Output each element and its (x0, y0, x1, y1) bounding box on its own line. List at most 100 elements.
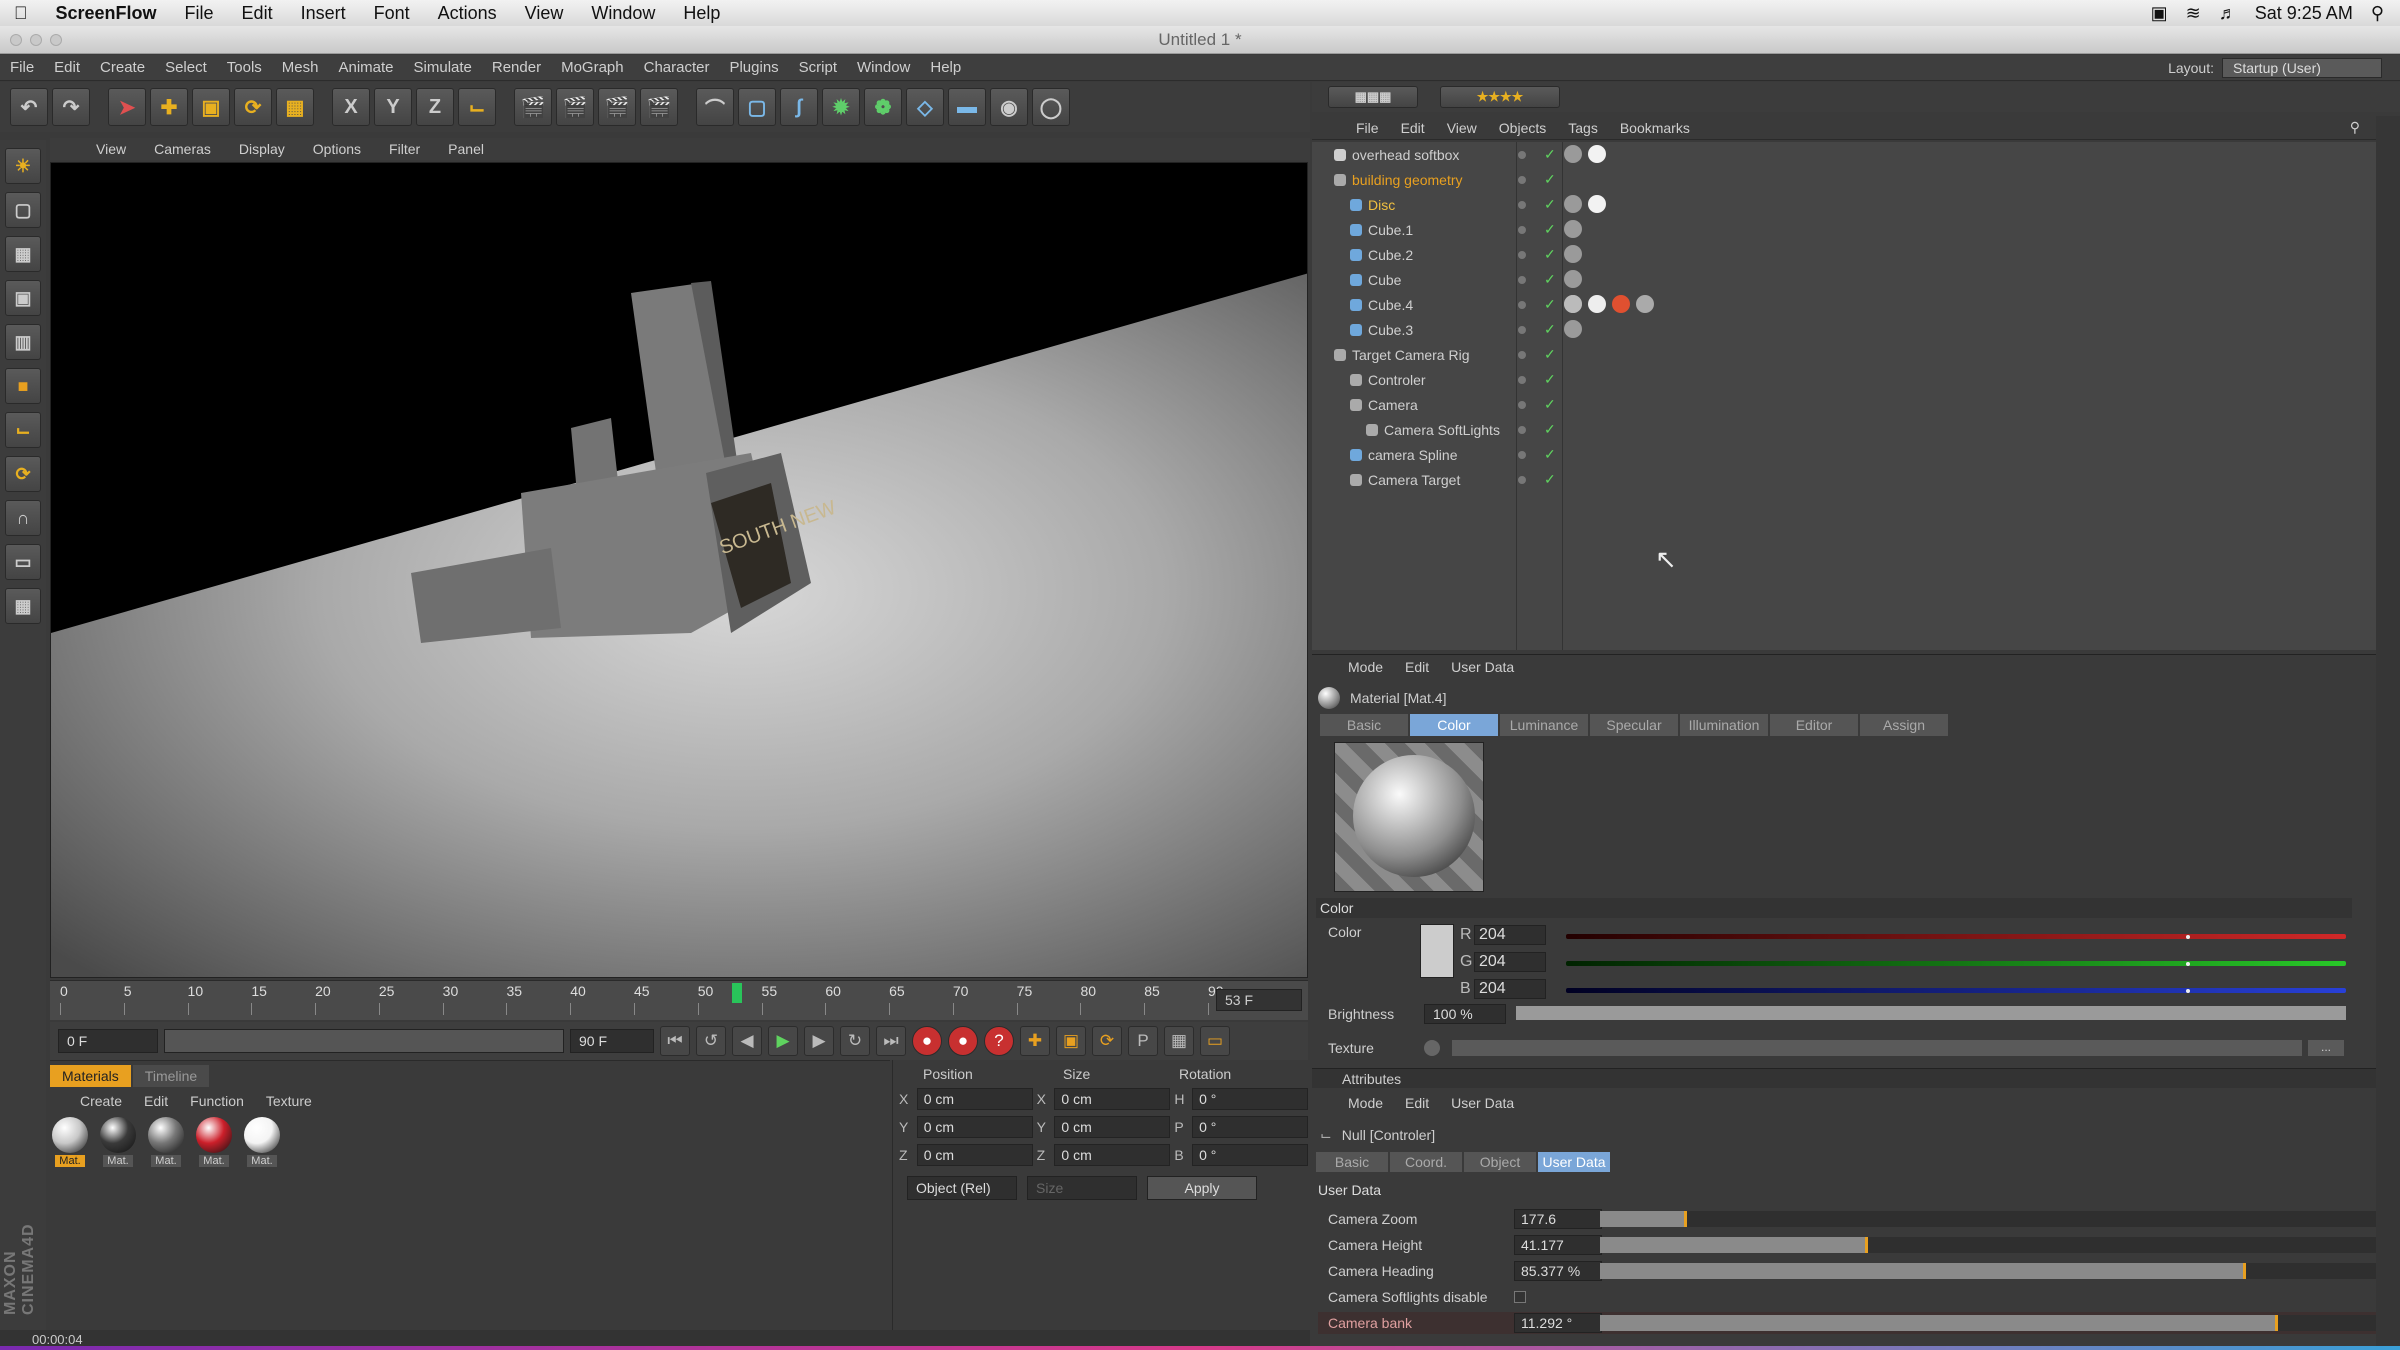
render-settings-icon[interactable]: 🎬 (598, 88, 636, 126)
keyframe-selection-icon[interactable]: ? (984, 1026, 1014, 1056)
obj-menu-file[interactable]: File (1356, 120, 1379, 136)
userdata-value[interactable]: 41.177 (1514, 1235, 1602, 1255)
object-row[interactable]: Camera SoftLights ✓ (1312, 417, 2376, 442)
object-row[interactable]: Cube ✓ (1312, 267, 2376, 292)
viewport-menu-cameras[interactable]: Cameras (154, 141, 211, 157)
g-slider[interactable] (1566, 961, 2346, 966)
redo-icon[interactable]: ↷ (52, 88, 90, 126)
viewport-menu-display[interactable]: Display (239, 141, 285, 157)
b-slider[interactable] (1566, 988, 2346, 993)
enabled-check-icon[interactable]: ✓ (1544, 321, 1556, 338)
visibility-dot-icon[interactable] (1518, 250, 1526, 259)
spline-icon[interactable]: ∫ (780, 88, 818, 126)
menu-file[interactable]: File (0, 59, 44, 76)
render-view-icon[interactable]: 🎬 (514, 88, 552, 126)
layout-dropdown[interactable]: Startup (User) (2222, 57, 2382, 78)
rotation-value[interactable]: 0 ° (1192, 1144, 1309, 1166)
null-object-icon[interactable]: ⌒ (696, 88, 734, 126)
deformer-icon[interactable]: ◇ (906, 88, 944, 126)
current-frame-field[interactable]: 53 F (1216, 989, 1302, 1011)
object-name[interactable]: Cube.1 (1368, 222, 1413, 238)
brightness-slider[interactable] (1516, 1006, 2346, 1020)
material-swatch[interactable]: Mat. (194, 1117, 234, 1167)
object-name[interactable]: Cube.2 (1368, 247, 1413, 263)
obj-menu-edit[interactable]: Edit (1401, 120, 1425, 136)
object-name[interactable]: Cube (1368, 272, 1401, 288)
mac-menu-font[interactable]: Font (360, 3, 424, 24)
menu-window[interactable]: Window (847, 59, 920, 76)
visibility-dot-icon[interactable] (1518, 475, 1526, 484)
menu-mesh[interactable]: Mesh (272, 59, 329, 76)
object-name[interactable]: Camera SoftLights (1384, 422, 1500, 438)
attr-tab-userdata[interactable]: User Data (1538, 1152, 1610, 1172)
viewport-menu-filter[interactable]: Filter (389, 141, 420, 157)
object-tag-icon[interactable] (1588, 145, 1606, 163)
mac-menu-file[interactable]: File (171, 3, 228, 24)
mat-tab-color[interactable]: Color (1410, 714, 1498, 736)
texture-mode-icon[interactable]: ▦ (5, 236, 41, 272)
workplane-icon[interactable]: ▭ (5, 544, 41, 580)
object-tag-icon[interactable] (1564, 245, 1582, 263)
mat-tab-editor[interactable]: Editor (1770, 714, 1858, 736)
enabled-check-icon[interactable]: ✓ (1544, 346, 1556, 363)
object-name[interactable]: Disc (1368, 197, 1395, 213)
menu-character[interactable]: Character (634, 59, 720, 76)
position-value[interactable]: 0 cm (916, 1144, 1033, 1166)
g-slider-knob[interactable] (2186, 962, 2190, 966)
spotlight-icon[interactable]: ⚲ (2371, 3, 2384, 24)
enabled-check-icon[interactable]: ✓ (1544, 146, 1556, 163)
object-name[interactable]: building geometry (1352, 172, 1463, 188)
mat-menu-texture[interactable]: Texture (266, 1093, 312, 1109)
mat-menu-edit[interactable]: Edit (144, 1093, 168, 1109)
model-mode-icon[interactable]: ▢ (5, 192, 41, 228)
coordinate-system-icon[interactable]: ⌙ (458, 88, 496, 126)
mac-menu-view[interactable]: View (511, 3, 578, 24)
enabled-check-icon[interactable]: ✓ (1544, 396, 1556, 413)
key-pla-icon[interactable]: ▦ (1164, 1026, 1194, 1056)
polygons-mode-icon[interactable]: ■ (5, 368, 41, 404)
visibility-dot-icon[interactable] (1518, 200, 1526, 209)
object-tag-icon[interactable] (1564, 220, 1582, 238)
floor-icon[interactable]: ▬ (948, 88, 986, 126)
make-editable-icon[interactable]: ☀ (5, 148, 41, 184)
x-axis-button[interactable]: X (332, 88, 370, 126)
size-value[interactable]: 0 cm (1054, 1116, 1171, 1138)
wifi-icon[interactable]: ≋ (2186, 3, 2201, 24)
menu-animate[interactable]: Animate (328, 59, 403, 76)
material-swatch[interactable]: Mat. (242, 1117, 282, 1167)
softlights-checkbox[interactable] (1514, 1291, 1526, 1303)
attr-tab-basic[interactable]: Basic (1316, 1152, 1388, 1172)
snap-icon[interactable]: ∩ (5, 500, 41, 536)
tweak-mode-icon[interactable]: ⟳ (5, 456, 41, 492)
next-frame-icon[interactable]: ▶ (804, 1026, 834, 1056)
enabled-check-icon[interactable]: ✓ (1544, 371, 1556, 388)
visibility-dot-icon[interactable] (1518, 175, 1526, 184)
texture-field[interactable] (1452, 1040, 2302, 1056)
userdata-slider[interactable] (1600, 1211, 2388, 1227)
mat-tab-basic[interactable]: Basic (1320, 714, 1408, 736)
material-swatch[interactable]: Mat. (98, 1117, 138, 1167)
enabled-check-icon[interactable]: ✓ (1544, 196, 1556, 213)
object-row[interactable]: Cube.1 ✓ (1312, 217, 2376, 242)
r-slider-knob[interactable] (2186, 935, 2190, 939)
b-value[interactable]: 204 (1474, 979, 1546, 999)
move-tool-icon[interactable]: ✚ (150, 88, 188, 126)
visibility-dot-icon[interactable] (1518, 375, 1526, 384)
object-name[interactable]: camera Spline (1368, 447, 1458, 463)
texture-toggle-icon[interactable] (1424, 1040, 1440, 1056)
clock[interactable]: Sat 9:25 AM (2255, 3, 2353, 24)
visibility-dot-icon[interactable] (1518, 425, 1526, 434)
camera-object-icon[interactable]: ◉ (990, 88, 1028, 126)
step-back-icon[interactable]: ↺ (696, 1026, 726, 1056)
object-row[interactable]: Camera Target ✓ (1312, 467, 2376, 492)
enabled-check-icon[interactable]: ✓ (1544, 296, 1556, 313)
record-icon[interactable]: ● (912, 1026, 942, 1056)
material-swatch[interactable]: Mat. (50, 1117, 90, 1167)
material-preview[interactable] (1334, 742, 1484, 892)
object-name[interactable]: Camera (1368, 397, 1418, 413)
key-position-icon[interactable]: ✚ (1020, 1026, 1050, 1056)
userdata-value[interactable]: 85.377 % (1514, 1261, 1602, 1281)
timeline-ruler[interactable]: 051015202530354045505560657075808590 53 … (50, 980, 1308, 1020)
mac-menu-edit[interactable]: Edit (228, 3, 287, 24)
texture-browse-button[interactable]: ... (2308, 1040, 2344, 1056)
